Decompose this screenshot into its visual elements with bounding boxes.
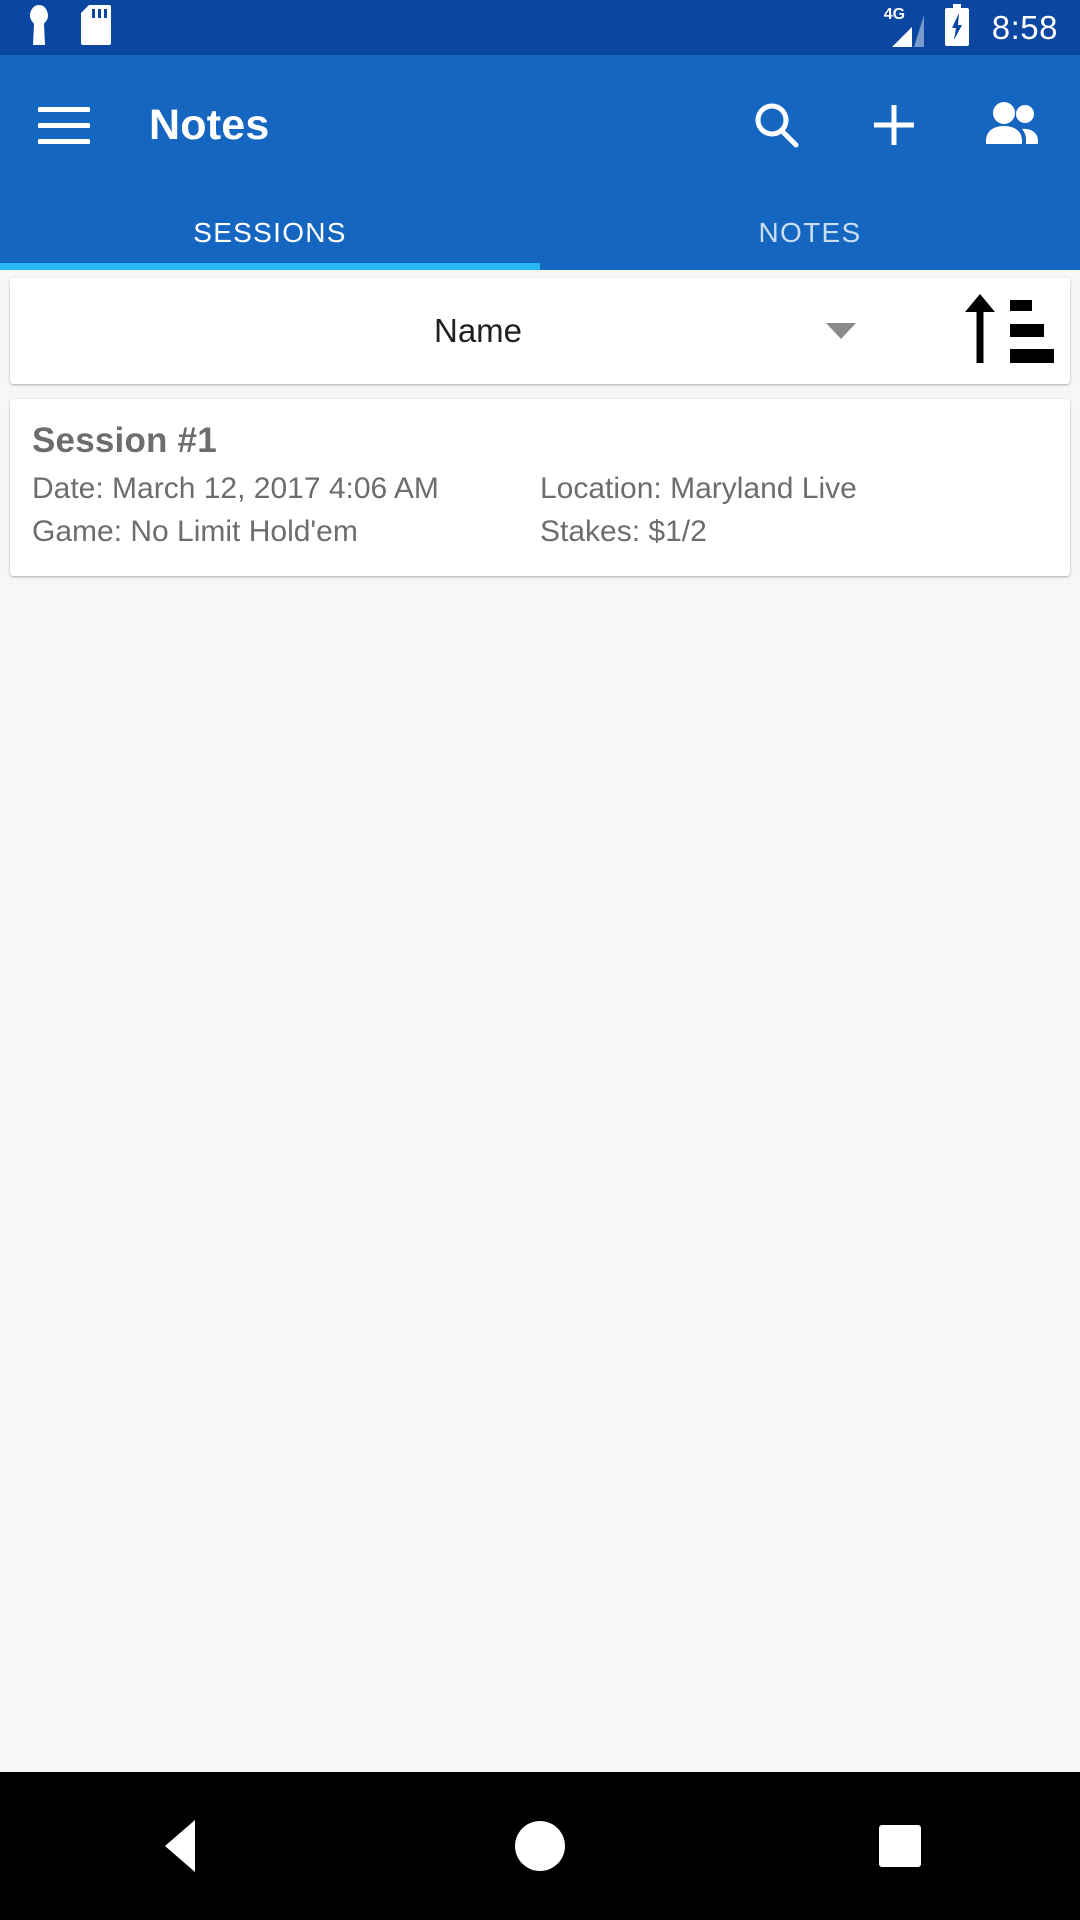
tab-bar: SESSIONS NOTES xyxy=(0,195,1080,270)
sort-field-value: Name xyxy=(433,312,523,349)
tab-notes-label: NOTES xyxy=(758,216,862,248)
app-bar: Notes SESSIONS NOTES xyxy=(0,55,1080,270)
recents-square-icon xyxy=(879,1825,921,1867)
tab-indicator xyxy=(0,263,540,270)
session-game: Game: No Limit Hold'em xyxy=(32,515,358,549)
session-date: Date: March 12, 2017 4:06 AM xyxy=(32,472,439,505)
nav-recents-button[interactable] xyxy=(840,1786,960,1906)
usb-icon xyxy=(24,4,54,51)
session-stakes: Stakes: $1/2 xyxy=(540,515,707,549)
search-icon[interactable] xyxy=(744,93,808,157)
people-icon[interactable] xyxy=(980,93,1044,157)
session-details-grid: Date: March 12, 2017 4:06 AM Location: M… xyxy=(32,471,1048,550)
sort-direction-button[interactable] xyxy=(946,278,1070,384)
app-bar-actions xyxy=(744,93,1044,157)
sd-card-icon xyxy=(80,4,112,51)
home-circle-icon xyxy=(515,1821,565,1871)
app-screen: 4G 8:58 Notes SESSIONS NOTES Name Sessio… xyxy=(0,0,1080,1920)
signal-icon: 4G xyxy=(884,6,928,47)
sort-field-spinner[interactable]: Name xyxy=(10,278,946,384)
battery-charging-icon xyxy=(944,4,970,51)
app-bar-top-row: Notes xyxy=(0,55,1080,195)
back-triangle-icon xyxy=(165,1820,195,1872)
session-list-item[interactable]: Session #1 Date: March 12, 2017 4:06 AM … xyxy=(10,399,1070,576)
tab-sessions-label: SESSIONS xyxy=(193,216,347,248)
session-list: Session #1 Date: March 12, 2017 4:06 AM … xyxy=(10,399,1070,576)
status-bar: 4G 8:58 xyxy=(0,0,1080,55)
status-bar-clock: 8:58 xyxy=(991,8,1058,46)
status-bar-right-icons: 4G 8:58 xyxy=(884,4,1058,51)
hamburger-menu-icon[interactable] xyxy=(38,92,104,158)
nav-home-button[interactable] xyxy=(480,1786,600,1906)
page-title: Notes xyxy=(149,100,270,149)
add-icon[interactable] xyxy=(862,93,926,157)
nav-back-button[interactable] xyxy=(120,1786,240,1906)
session-location: Location: Maryland Live xyxy=(540,472,857,505)
tab-sessions[interactable]: SESSIONS xyxy=(0,195,540,270)
tab-notes[interactable]: NOTES xyxy=(540,195,1080,270)
system-navigation-bar xyxy=(0,1772,1080,1920)
sort-ascending-icon xyxy=(962,291,1054,372)
chevron-down-icon xyxy=(826,323,856,339)
status-bar-left-icons xyxy=(24,4,112,51)
content-area: Name Session #1 Date: March 12, 2017 4:0… xyxy=(0,270,1080,1772)
session-title: Session #1 xyxy=(32,421,217,460)
sort-bar-card: Name xyxy=(10,278,1070,384)
